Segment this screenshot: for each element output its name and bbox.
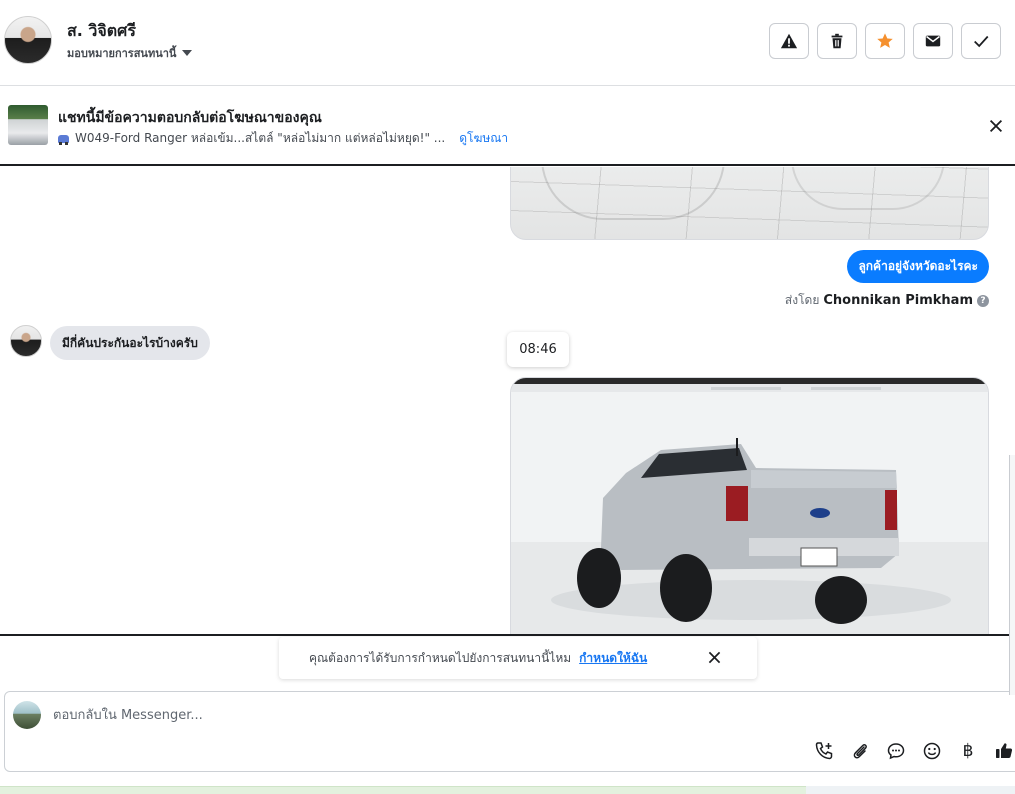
emoji-button[interactable] — [921, 740, 943, 762]
ad-text: W049-Ford Ranger หล่อเข้ม...สไตล์ "หล่อไ… — [75, 131, 446, 145]
payment-button[interactable]: ฿ — [957, 740, 979, 762]
attach-button[interactable] — [849, 740, 871, 762]
mark-unread-button[interactable] — [913, 23, 953, 59]
emoji-icon — [923, 742, 941, 760]
view-ad-link[interactable]: ดูโฆษณา — [459, 129, 508, 148]
reply-input[interactable] — [53, 702, 753, 728]
mark-done-button[interactable] — [961, 23, 1001, 59]
close-icon[interactable] — [987, 117, 1005, 135]
star-button[interactable] — [865, 23, 905, 59]
delete-button[interactable] — [817, 23, 857, 59]
assign-to-me-link[interactable]: กำหนดให้ฉัน — [579, 649, 647, 668]
assign-label: มอบหมายการสนทนานี้ — [67, 47, 177, 60]
assign-conversation-dropdown[interactable]: มอบหมายการสนทนานี้ — [67, 44, 193, 62]
ad-reply-banner: แชทนี้มีข้อความตอบกลับต่อโฆษณาของคุณ W04… — [0, 87, 1015, 166]
pickup-truck-image — [511, 384, 988, 634]
sent-image-partial[interactable] — [510, 167, 989, 240]
sent-by-name: Chonnikan Pimkham — [823, 293, 973, 308]
side-panel-edge[interactable] — [1009, 455, 1015, 695]
phone-add-icon — [815, 742, 833, 760]
header-actions — [769, 23, 1001, 59]
message-thread[interactable]: ลูกค้าอยู่จังหวัดอะไรคะ ส่งโดย Chonnikan… — [0, 167, 1015, 634]
help-icon[interactable]: ? — [977, 294, 989, 307]
sender-avatar — [10, 325, 42, 357]
contact-avatar[interactable] — [4, 16, 52, 64]
incoming-message[interactable]: มีกี่คันประกันอะไรบ้างครับ — [50, 326, 210, 360]
thread-divider — [0, 634, 1015, 636]
mail-icon — [925, 35, 941, 47]
baht-payment-icon: ฿ — [962, 741, 974, 761]
check-icon — [974, 35, 989, 48]
warning-icon — [780, 33, 798, 49]
conversation-header: ส. วิจิตศรี มอบหมายการสนทนานี้ — [0, 0, 1015, 86]
mark-spam-button[interactable] — [769, 23, 809, 59]
status-strip-right — [806, 786, 1015, 794]
ad-reply-subtitle: W049-Ford Ranger หล่อเข้ม...สไตล์ "หล่อไ… — [58, 129, 508, 148]
assign-prompt-text: คุณต้องการได้รับการกำหนดไปยังการสนทนานี้… — [309, 650, 572, 665]
thumbs-up-icon — [996, 743, 1013, 758]
call-button[interactable] — [813, 740, 835, 762]
caret-down-icon — [182, 50, 193, 56]
trash-icon — [831, 33, 843, 49]
sent-by-label: ส่งโดย Chonnikan Pimkham ? — [785, 291, 989, 310]
ad-reply-title: แชทนี้มีข้อความตอบกลับต่อโฆษณาของคุณ — [58, 110, 322, 126]
car-emoji-icon — [58, 134, 69, 145]
inbox-conversation: ส. วิจิตศรี มอบหมายการสนทนานี้ แชทนี้มีข… — [0, 0, 1015, 794]
page-avatar — [13, 701, 41, 729]
reply-composer: ฿ — [4, 691, 1015, 772]
composer-tools: ฿ — [813, 740, 1015, 762]
contact-name[interactable]: ส. วิจิตศรี — [67, 19, 136, 44]
sent-by-prefix: ส่งโดย — [784, 293, 820, 307]
assign-prompt: คุณต้องการได้รับการกำหนดไปยังการสนทนานี้… — [279, 637, 757, 679]
sent-image-truck[interactable] — [510, 377, 989, 634]
status-strip — [0, 786, 806, 794]
attachment-icon — [853, 744, 867, 759]
outgoing-message[interactable]: ลูกค้าอยู่จังหวัดอะไรคะ — [847, 250, 989, 283]
ad-thumbnail[interactable] — [8, 105, 48, 145]
saved-replies-button[interactable] — [885, 740, 907, 762]
saved-reply-icon — [887, 743, 905, 760]
like-button[interactable] — [993, 740, 1015, 762]
close-icon[interactable] — [706, 649, 723, 666]
timestamp-chip: 08:46 — [507, 332, 569, 367]
star-icon — [877, 33, 893, 48]
